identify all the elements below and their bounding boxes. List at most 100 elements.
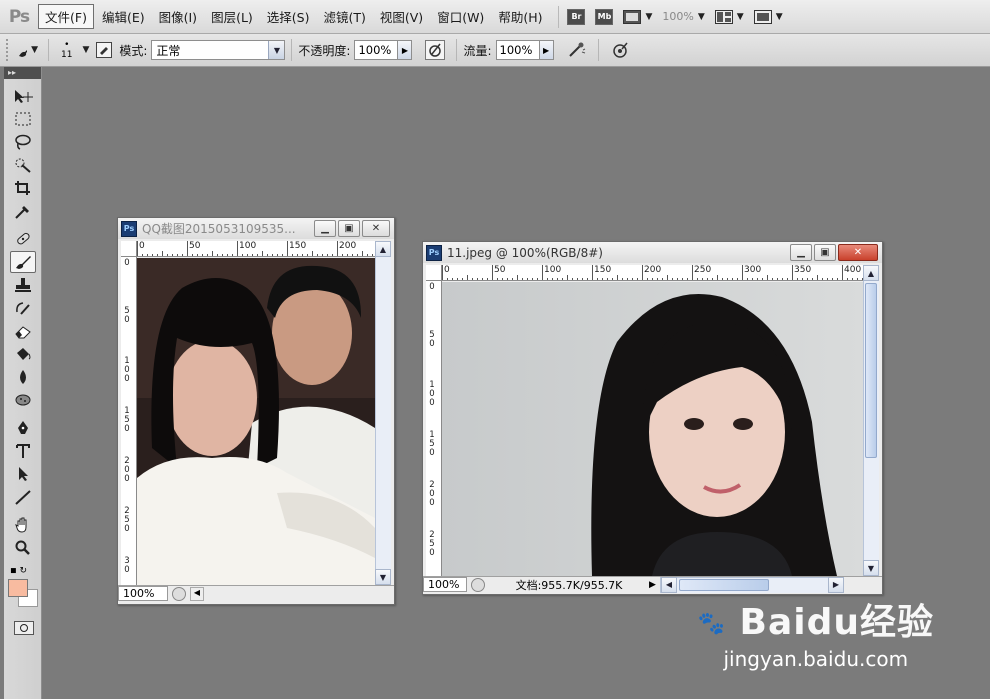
zoom-field[interactable]: 100% <box>118 586 168 601</box>
close-button[interactable]: ✕ <box>838 244 878 261</box>
document-canvas[interactable] <box>137 258 375 585</box>
zoom-tool[interactable] <box>10 537 36 559</box>
document-window-jpeg[interactable]: Ps 11.jpeg @ 100%(RGB/8#) ▁ ▣ ✕ 0 50 100… <box>422 241 883 595</box>
horizontal-scroll-thumb[interactable] <box>678 578 769 591</box>
opacity-input[interactable]: 100% <box>354 40 399 60</box>
move-icon <box>15 90 33 103</box>
blur-tool[interactable] <box>10 366 36 388</box>
tool-preset-picker[interactable]: ▼ <box>16 39 38 61</box>
document-window-qq[interactable]: Ps QQ截图2015053109535... ▁ ▣ ✕ 0 50 100 1… <box>117 217 395 605</box>
crop-icon <box>15 181 30 195</box>
minimize-button[interactable]: ▁ <box>314 220 336 237</box>
scroll-left-button[interactable]: ◀ <box>660 576 677 593</box>
pressure-size-button[interactable] <box>609 39 631 61</box>
quick-selection-tool[interactable] <box>10 154 36 176</box>
ruler-horizontal[interactable]: 0 50 100 150 200 <box>137 241 375 257</box>
menu-select[interactable]: 选择(S) <box>261 5 316 28</box>
scroll-right-button[interactable]: ▶ <box>827 576 844 593</box>
eyedropper-tool[interactable] <box>10 200 36 222</box>
paint-bucket-tool[interactable] <box>10 343 36 365</box>
pen-tool[interactable] <box>10 417 36 439</box>
maximize-button[interactable]: ▣ <box>338 220 360 237</box>
type-tool[interactable] <box>10 440 36 462</box>
maximize-button[interactable]: ▣ <box>814 244 836 261</box>
line-tool[interactable] <box>10 486 36 508</box>
menu-view[interactable]: 视图(V) <box>374 5 429 28</box>
minimize-button[interactable]: ▁ <box>790 244 812 261</box>
ruler-label: 50 <box>429 330 435 349</box>
ruler-label: 350 <box>794 265 812 275</box>
brush-preset-picker[interactable]: • 11 <box>61 40 72 60</box>
menu-file[interactable]: 文件(F) <box>38 4 94 29</box>
vertical-scrollbar[interactable]: ▲ ▼ <box>375 241 391 585</box>
marquee-tool[interactable] <box>10 108 36 130</box>
ruler-label: 150 <box>594 265 612 275</box>
ruler-vertical[interactable]: 0 50 100 150 200 250 <box>426 281 442 576</box>
zoom-level-dropdown[interactable]: 100% ▼ <box>662 7 704 27</box>
flow-slider-toggle[interactable]: ▶ <box>539 40 554 60</box>
arrange-documents-button[interactable]: ▼ <box>714 7 744 27</box>
ruler-horizontal[interactable]: 0 50 100 150 200 250 300 350 400 <box>442 265 863 281</box>
document-canvas[interactable] <box>442 282 863 576</box>
document-size[interactable]: 文档:955.7K/955.7K <box>489 577 649 593</box>
sponge-icon <box>15 394 31 406</box>
zoom-field[interactable]: 100% <box>423 577 467 592</box>
mode-select[interactable]: 正常 ▼ <box>151 40 286 60</box>
ruler-origin[interactable] <box>426 265 442 281</box>
brush-tool[interactable] <box>10 251 36 273</box>
brush-panel-toggle[interactable] <box>93 39 115 61</box>
minibridge-button[interactable]: Mb <box>595 7 614 27</box>
flow-input[interactable]: 100% <box>495 40 540 60</box>
view-extras-button[interactable]: ▼ <box>623 7 652 27</box>
minibridge-icon: Mb <box>595 8 614 25</box>
scroll-up-button[interactable]: ▲ <box>375 241 391 257</box>
pressure-opacity-button[interactable] <box>424 39 446 61</box>
history-brush-tool[interactable] <box>10 297 36 319</box>
path-selection-tool[interactable] <box>10 463 36 485</box>
scroll-left-button[interactable]: ◀ <box>190 586 204 601</box>
ruler-vertical[interactable]: 0 50 100 150 200 250 30 <box>121 257 137 585</box>
horizontal-scrollbar[interactable]: ◀ ▶ <box>659 576 844 593</box>
document-titlebar[interactable]: Ps 11.jpeg @ 100%(RGB/8#) ▁ ▣ ✕ <box>423 242 882 263</box>
menu-image[interactable]: 图像(I) <box>153 5 203 28</box>
status-info-icon[interactable] <box>172 586 186 601</box>
ruler-label: 150 <box>429 430 435 458</box>
options-grip[interactable] <box>6 39 12 61</box>
eraser-tool[interactable] <box>10 320 36 342</box>
hand-tool[interactable] <box>10 514 36 536</box>
dodge-tool[interactable] <box>10 389 36 411</box>
close-button[interactable]: ✕ <box>362 220 390 237</box>
menu-edit[interactable]: 编辑(E) <box>96 5 151 28</box>
document-titlebar[interactable]: Ps QQ截图2015053109535... ▁ ▣ ✕ <box>118 218 394 239</box>
scroll-up-button[interactable]: ▲ <box>863 265 879 281</box>
crop-tool[interactable] <box>10 177 36 199</box>
quick-mask-button[interactable] <box>14 621 34 635</box>
menu-help[interactable]: 帮助(H) <box>492 5 548 28</box>
scroll-down-button[interactable]: ▼ <box>375 569 391 585</box>
menu-layer[interactable]: 图层(L) <box>205 5 259 28</box>
foreground-color-swatch[interactable] <box>8 579 28 597</box>
baidu-watermark: 🐾 Baidu经验 jingyan.baidu.com <box>698 593 934 671</box>
healing-brush-tool[interactable] <box>10 228 36 250</box>
vertical-scrollbar[interactable]: ▲ ▼ <box>863 265 879 576</box>
status-menu-arrow-icon[interactable]: ▶ <box>649 580 656 590</box>
bridge-button[interactable]: Br <box>567 7 586 27</box>
chevron-down-icon[interactable]: ▼ <box>82 45 89 55</box>
ps-doc-icon: Ps <box>426 244 442 261</box>
screen-mode-button[interactable]: ▼ <box>753 7 783 27</box>
clone-stamp-tool[interactable] <box>10 274 36 296</box>
lasso-tool[interactable] <box>10 131 36 153</box>
history-brush-icon <box>16 302 30 315</box>
menu-filter[interactable]: 滤镜(T) <box>317 5 371 28</box>
scroll-down-button[interactable]: ▼ <box>863 560 879 576</box>
move-tool[interactable] <box>10 85 36 107</box>
vertical-scroll-thumb[interactable] <box>865 283 877 458</box>
brush-icon <box>16 256 31 269</box>
menu-window[interactable]: 窗口(W) <box>431 5 490 28</box>
airbrush-button[interactable] <box>566 39 588 61</box>
status-info-icon[interactable] <box>471 577 485 592</box>
toolbox-collapse-icon[interactable]: ▸▸ <box>4 67 41 79</box>
ruler-origin[interactable] <box>121 241 137 257</box>
opacity-slider-toggle[interactable]: ▶ <box>398 40 413 60</box>
default-colors-icon[interactable]: ◾ ↻ <box>10 566 27 576</box>
